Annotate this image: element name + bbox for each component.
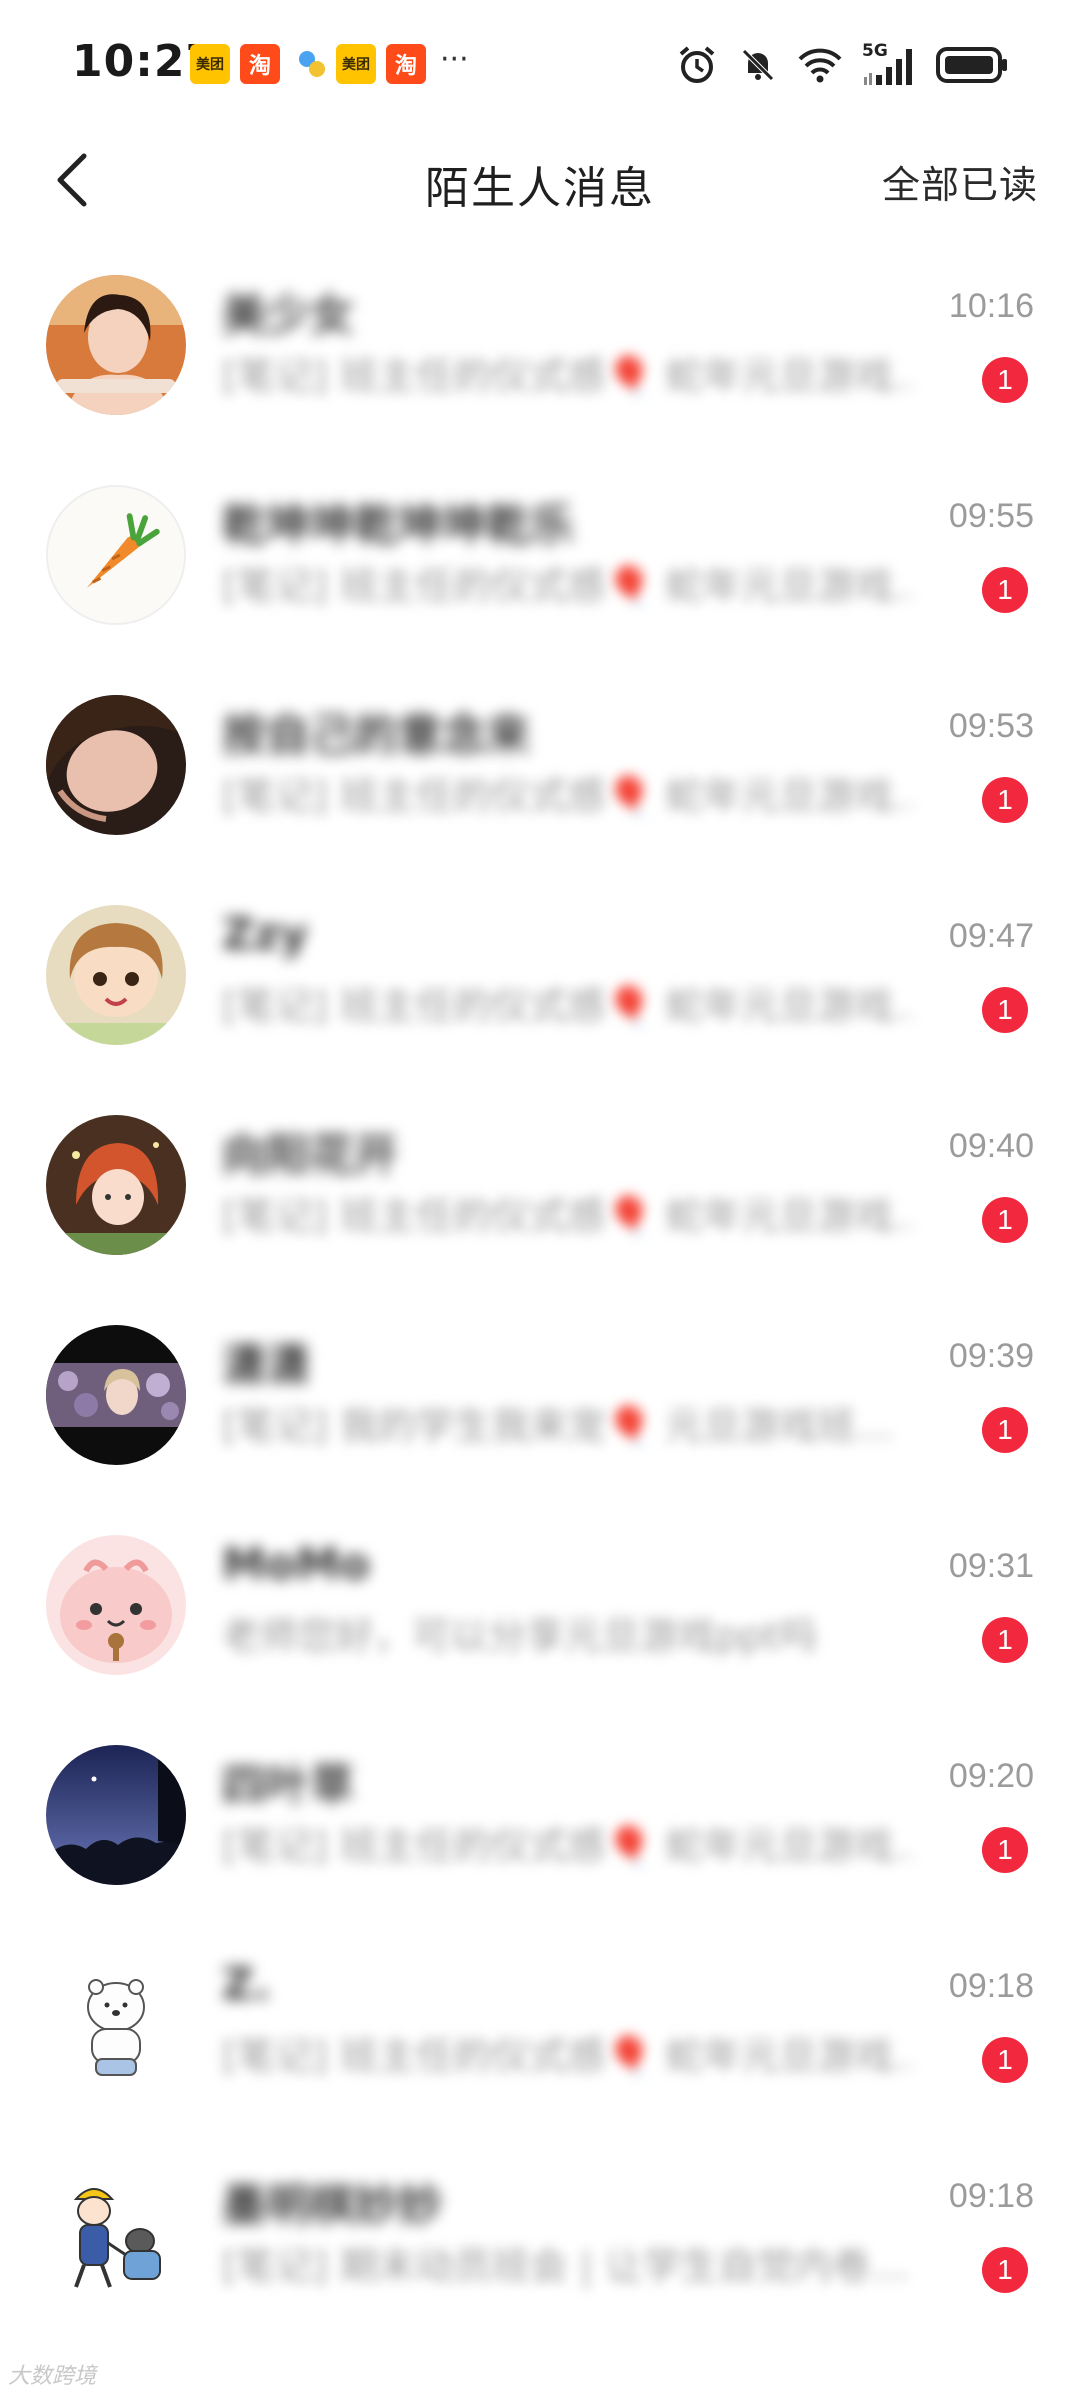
avatar[interactable] [46, 485, 186, 625]
cellular-signal-icon: 5G [862, 41, 916, 87]
message-time: 09:31 [948, 1547, 1034, 1585]
message-preview: [笔记] 班主任的仪式感🎈 蛇年元旦游戏… [222, 354, 912, 398]
sender-name: 潇潇 [222, 1340, 310, 1391]
taobao-app-icon: 淘 [386, 44, 426, 84]
unread-badge: 1 [982, 357, 1028, 403]
meituan-app-icon: 美团 [336, 44, 376, 84]
message-item[interactable]: 向阳花开 [笔记] 班主任的仪式感🎈 蛇年元旦游戏… 09:40 1 [0, 1093, 1080, 1303]
avatar[interactable] [46, 1325, 186, 1465]
message-item[interactable]: MoMo 老师您好，可以分享元旦游戏ppt吗 09:31 1 [0, 1513, 1080, 1723]
message-preview: [笔记] 我的学生我来宠🎈 元旦游戏班… [222, 1404, 894, 1448]
unread-badge: 1 [982, 1407, 1028, 1453]
message-item[interactable]: 乾坤坤乾坤坤乾乐 [笔记] 班主任的仪式感🎈 蛇年元旦游戏… 09:55 1 [0, 463, 1080, 673]
message-item[interactable]: 美少女 [笔记] 班主任的仪式感🎈 蛇年元旦游戏… 10:16 1 [0, 253, 1080, 463]
wifi-icon [798, 45, 842, 85]
sender-name: 乾坤坤乾坤坤乾乐 [222, 500, 574, 551]
sender-name: MoMo [222, 1539, 371, 1590]
alarm-icon [676, 44, 718, 86]
mark-all-read-button[interactable]: 全部已读 [882, 154, 1038, 209]
avatar[interactable] [46, 695, 186, 835]
status-bar: 10:27 美团 淘 美团 淘 ··· 5G [0, 0, 1080, 130]
message-time: 09:20 [948, 1757, 1034, 1795]
avatar[interactable] [46, 905, 186, 1045]
avatar[interactable] [46, 1535, 186, 1675]
sender-name: 四叶草 [222, 1760, 354, 1811]
unread-badge: 1 [982, 1827, 1028, 1873]
message-item[interactable]: 潇潇 [笔记] 我的学生我来宠🎈 元旦游戏班… 09:39 1 [0, 1303, 1080, 1513]
message-time: 09:55 [948, 497, 1034, 535]
message-item[interactable]: Z. [笔记] 班主任的仪式感🎈 蛇年元旦游戏… 09:18 1 [0, 1933, 1080, 2143]
message-time: 09:39 [948, 1337, 1034, 1375]
message-preview: [笔记] 班主任的仪式感🎈 蛇年元旦游戏… [222, 564, 912, 608]
unread-badge: 1 [982, 987, 1028, 1033]
message-item[interactable]: 按自己的意念来 [笔记] 班主任的仪式感🎈 蛇年元旦游戏… 09:53 1 [0, 673, 1080, 883]
message-time: 09:18 [948, 1967, 1034, 2005]
meituan-app-icon: 美团 [190, 44, 230, 84]
message-time: 09:53 [948, 707, 1034, 745]
message-preview: [笔记] 班主任的仪式感🎈 蛇年元旦游戏… [222, 774, 912, 818]
mute-bell-icon [738, 45, 778, 85]
taobao-app-icon: 淘 [240, 44, 280, 84]
avatar[interactable] [46, 1955, 186, 2095]
message-time: 09:18 [948, 2177, 1034, 2215]
message-item[interactable]: Zzy [笔记] 班主任的仪式感🎈 蛇年元旦游戏… 09:47 1 [0, 883, 1080, 1093]
message-preview: [笔记] 期末动员班会 | 让学生自觉内卷… [222, 2244, 909, 2288]
sender-name: 向阳花开 [222, 1130, 398, 1181]
sender-name: 按自己的意念来 [222, 710, 530, 761]
avatar[interactable] [46, 2165, 186, 2305]
message-time: 10:16 [948, 287, 1034, 325]
sender-name: Zzy [222, 909, 309, 960]
pinwheel-app-icon [292, 44, 332, 84]
unread-badge: 1 [982, 2037, 1028, 2083]
message-list: 美少女 [笔记] 班主任的仪式感🎈 蛇年元旦游戏… 10:16 1 乾坤坤乾坤坤… [0, 253, 1080, 2353]
message-preview: [笔记] 班主任的仪式感🎈 蛇年元旦游戏… [222, 1194, 912, 1238]
sender-name: Z. [222, 1959, 271, 2010]
sender-name: 墨明棋妙妙 [222, 2180, 442, 2231]
sender-name: 美少女 [222, 290, 354, 341]
watermark: 大数跨境 [8, 2364, 97, 2389]
unread-badge: 1 [982, 777, 1028, 823]
message-preview: [笔记] 班主任的仪式感🎈 蛇年元旦游戏… [222, 984, 912, 1028]
message-time: 09:40 [948, 1127, 1034, 1165]
message-preview: [笔记] 班主任的仪式感🎈 蛇年元旦游戏… [222, 1824, 912, 1868]
unread-badge: 1 [982, 2247, 1028, 2293]
message-item[interactable]: 墨明棋妙妙 [笔记] 期末动员班会 | 让学生自觉内卷… 09:18 1 [0, 2143, 1080, 2353]
more-notifications-icon: ··· [440, 42, 469, 77]
avatar[interactable] [46, 275, 186, 415]
message-preview: 老师您好，可以分享元旦游戏ppt吗 [222, 1614, 818, 1658]
unread-badge: 1 [982, 1617, 1028, 1663]
avatar[interactable] [46, 1745, 186, 1885]
message-item[interactable]: 四叶草 [笔记] 班主任的仪式感🎈 蛇年元旦游戏… 09:20 1 [0, 1723, 1080, 1933]
avatar[interactable] [46, 1115, 186, 1255]
unread-badge: 1 [982, 567, 1028, 613]
nav-header: 陌生人消息 全部已读 [0, 130, 1080, 230]
message-preview: [笔记] 班主任的仪式感🎈 蛇年元旦游戏… [222, 2034, 912, 2078]
message-time: 09:47 [948, 917, 1034, 955]
unread-badge: 1 [982, 1197, 1028, 1243]
battery-icon [936, 45, 1010, 85]
